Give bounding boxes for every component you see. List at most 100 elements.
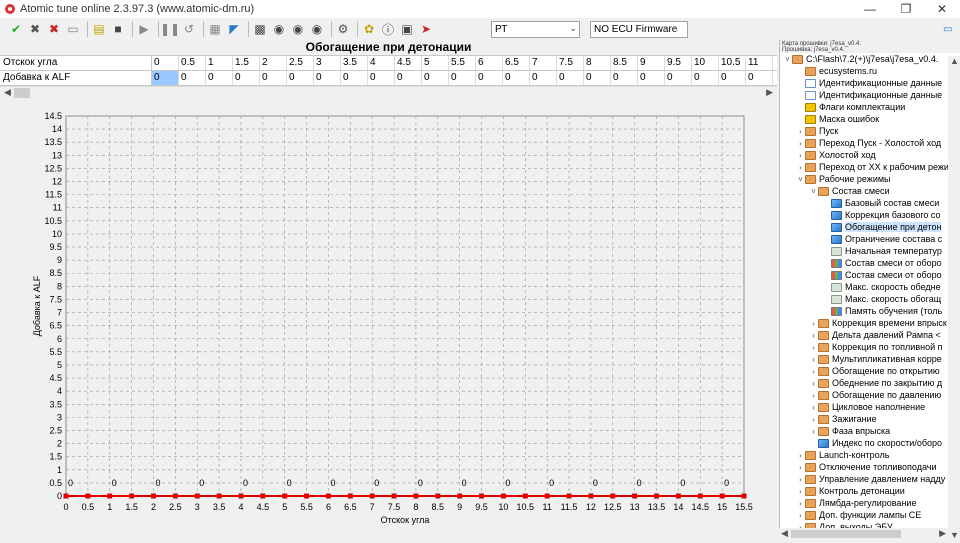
scroll-left-icon[interactable]: ◀ (781, 528, 788, 539)
panel-toggle[interactable]: ▭ (940, 21, 960, 38)
chevron-right-icon[interactable]: › (809, 403, 818, 412)
y-cell[interactable]: 0 (179, 71, 206, 85)
x-cell[interactable]: 2 (260, 56, 287, 70)
tree-item[interactable]: › Дельта давлений Рампа < (809, 329, 941, 341)
chevron-right-icon[interactable]: › (809, 427, 818, 436)
x-cell[interactable]: 0 (152, 56, 179, 70)
tree-item[interactable]: Макс. скорость обогащ (822, 293, 941, 305)
x-cell[interactable]: 11 (746, 56, 773, 70)
play-icon[interactable]: ▶ (136, 21, 152, 37)
y-cell[interactable]: 0 (341, 71, 368, 85)
tree-item[interactable]: Маска ошибок (796, 113, 879, 125)
chevron-right-icon[interactable]: › (809, 331, 818, 340)
x-cell[interactable]: 1 (206, 56, 233, 70)
x-cell[interactable]: 3.5 (341, 56, 368, 70)
x-cell[interactable]: 10.5 (719, 56, 746, 70)
delete-icon[interactable]: ✖ (46, 21, 62, 37)
x-cell[interactable]: 6.5 (503, 56, 530, 70)
x-cell[interactable]: 5.5 (449, 56, 476, 70)
check-icon[interactable]: ✔ (8, 21, 24, 37)
chevron-right-icon[interactable]: › (809, 391, 818, 400)
x-cell[interactable]: 3 (314, 56, 341, 70)
tree-item[interactable]: › Доп. функции лампы CE (796, 509, 921, 521)
chevron-right-icon[interactable]: › (796, 499, 805, 508)
scroll-right-icon[interactable]: ▶ (766, 87, 773, 98)
tree-item[interactable]: Флаги комплектации (796, 101, 905, 113)
y-cell[interactable]: 0 (395, 71, 422, 85)
chevron-right-icon[interactable]: › (796, 463, 805, 472)
tree-item[interactable]: ˅ C:\Flash\7.2(+)\j7esa\j7esa_v0.4. (783, 53, 938, 65)
tree-item[interactable]: › Холостой ход (796, 149, 875, 161)
tree-item[interactable]: › Отключение топливоподачи (796, 461, 936, 473)
x-cell[interactable]: 1.5 (233, 56, 260, 70)
tree-item[interactable]: › Переход от ХХ к рабочим режи (796, 161, 949, 173)
scroll-thumb[interactable] (14, 88, 30, 98)
tree-item[interactable]: Состав смеси от оборо (822, 257, 942, 269)
tree-item[interactable]: › Зажигание (809, 413, 876, 425)
undo-icon[interactable]: ↺ (181, 21, 197, 37)
tree-item[interactable]: › Контроль детонации (796, 485, 905, 497)
tree-item[interactable]: Индекс по скорости/оборо (809, 437, 942, 449)
tree-item[interactable]: Макс. скорость обедне (822, 281, 941, 293)
pause-icon[interactable]: ❚❚ (160, 21, 180, 37)
chevron-right-icon[interactable]: › (809, 379, 818, 388)
panel-icon[interactable]: ▭ (943, 24, 952, 35)
tree-item[interactable]: › Коррекция времени впрыск (809, 317, 947, 329)
tree-item[interactable]: Базовый состав смеси (822, 197, 939, 209)
tree-item[interactable]: Коррекция базового со (822, 209, 941, 221)
chevron-right-icon[interactable]: › (796, 127, 805, 136)
chevron-right-icon[interactable]: › (809, 319, 818, 328)
y-cell[interactable]: 0 (233, 71, 260, 85)
terminal-icon[interactable]: ▣ (399, 21, 415, 37)
y-cell[interactable]: 0 (314, 71, 341, 85)
stop-icon[interactable]: ■ (110, 21, 126, 37)
tree-item[interactable]: › Переход Пуск - Холостой ход (796, 137, 941, 149)
y-cell[interactable]: 0 (692, 71, 719, 85)
tree-item[interactable]: Ограничение состава с (822, 233, 942, 245)
exit-icon[interactable]: ➤ (418, 21, 434, 37)
tree-item[interactable]: Состав смеси от оборо (822, 269, 942, 281)
scroll-left-icon[interactable]: ◀ (4, 87, 11, 98)
grid-icon[interactable]: ▦ (207, 21, 223, 37)
x-cell[interactable]: 8.5 (611, 56, 638, 70)
scroll-up-icon[interactable]: ▲ (950, 56, 959, 66)
x-cell[interactable]: 4.5 (395, 56, 422, 70)
chevron-right-icon[interactable]: › (796, 451, 805, 460)
cancel-icon[interactable]: ✖ (27, 21, 43, 37)
car-icon[interactable]: ◉ (271, 21, 287, 37)
tree-item[interactable]: › Фаза впрыска (809, 425, 890, 437)
chevron-right-icon[interactable]: › (796, 163, 805, 172)
tree-item[interactable]: › Коррекция по топливной п (809, 341, 942, 353)
x-cell[interactable]: 9.5 (665, 56, 692, 70)
info-icon[interactable]: ⓘ (380, 21, 396, 37)
x-cell[interactable]: 0.5 (179, 56, 206, 70)
chevron-right-icon[interactable]: › (796, 475, 805, 484)
mode-select[interactable]: РТ ⌄ (491, 21, 580, 38)
tree-item[interactable]: › Launch-контроль (796, 449, 889, 461)
tree-item[interactable]: › Обогащение по открытию (809, 365, 940, 377)
chevron-right-icon[interactable]: › (809, 367, 818, 376)
tree-item[interactable]: ˅ Состав смеси (809, 185, 889, 197)
tree-item[interactable]: Идентификационные данные (796, 89, 942, 101)
y-cell[interactable]: 0 (638, 71, 665, 85)
car2-icon[interactable]: ◉ (290, 21, 306, 37)
tree-item[interactable]: › Пуск (796, 125, 838, 137)
restore-icon[interactable]: ❐ (888, 0, 924, 18)
tree-item[interactable]: › Обогащение по давлению (809, 389, 941, 401)
y-cell[interactable]: 0 (449, 71, 476, 85)
x-cell[interactable]: 4 (368, 56, 395, 70)
scroll-thumb[interactable] (791, 530, 901, 538)
x-cell[interactable]: 2.5 (287, 56, 314, 70)
settings-icon[interactable]: ⚙ (335, 21, 351, 37)
tree-item[interactable]: › Управление давлением надду (796, 473, 945, 485)
chevron-right-icon[interactable]: › (796, 487, 805, 496)
chevron-down-icon[interactable]: ˅ (796, 175, 805, 184)
x-cell[interactable]: 7.5 (557, 56, 584, 70)
chevron-right-icon[interactable]: › (796, 139, 805, 148)
y-cell[interactable]: 0 (719, 71, 746, 85)
tree-item[interactable]: Идентификационные данные (796, 77, 942, 89)
tree-vscrollbar[interactable]: ▲ ▼ (948, 56, 960, 540)
tree-hscrollbar[interactable]: ◀ ▶ (779, 528, 948, 540)
chevron-down-icon[interactable]: ⌄ (569, 23, 577, 34)
y-cell[interactable]: 0 (584, 71, 611, 85)
